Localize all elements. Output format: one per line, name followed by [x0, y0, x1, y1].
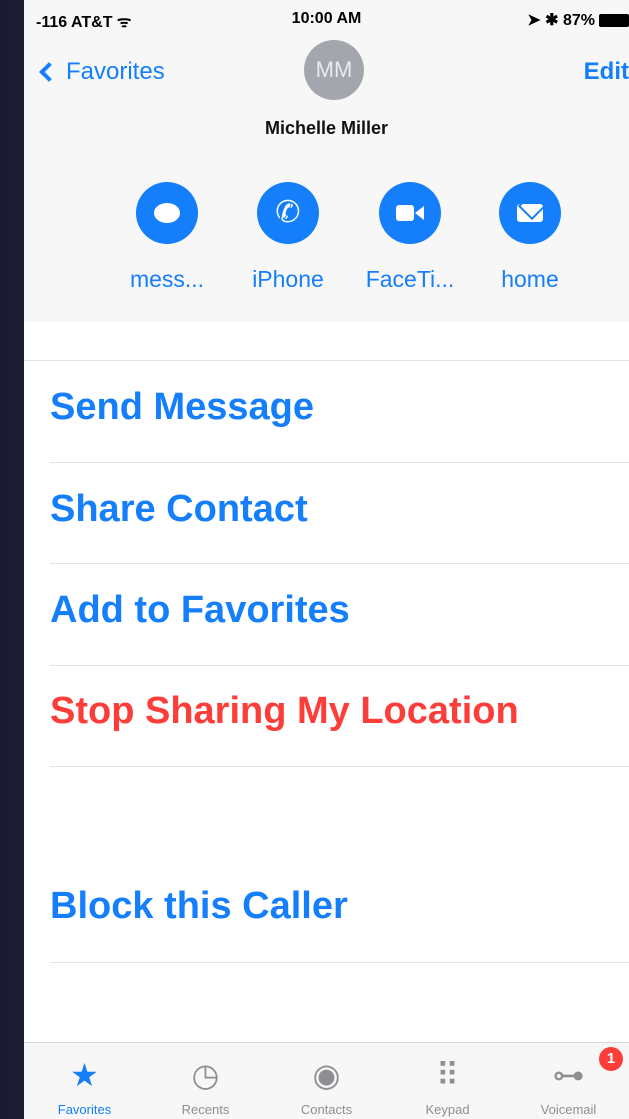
tab-label: Recents — [181, 1102, 230, 1117]
message-action-circle — [136, 182, 198, 244]
contact-icon: ◉ — [312, 1056, 341, 1094]
back-button[interactable]: Favorites — [38, 58, 165, 86]
separator — [50, 563, 629, 564]
share-contact-button[interactable]: Share Contact — [50, 488, 308, 531]
tab-label: Favorites — [57, 1102, 112, 1117]
add-to-favorites-button[interactable]: Add to Favorites — [50, 589, 350, 632]
status-bar: -116 AT&T ᯤ 10:00 AM ➤ ✱ 87% — [24, 0, 629, 40]
facetime-action-circle — [379, 182, 441, 244]
phone-action-circle: ✆ — [257, 182, 319, 244]
status-right: ➤ ✱ 87% — [527, 10, 629, 30]
star-icon: ★ — [70, 1056, 99, 1094]
tab-keypad[interactable]: ⠿ Keypad — [387, 1043, 508, 1119]
status-indicators: ➤ ✱ 87% — [527, 12, 595, 29]
section-divider — [24, 360, 629, 361]
tab-favorites[interactable]: ★ Favorites — [24, 1043, 145, 1119]
separator — [50, 766, 629, 767]
tab-label: Keypad — [425, 1102, 470, 1117]
tab-bar: ★ Favorites ◷ Recents ◉ Contacts ⠿ Keypa… — [24, 1042, 629, 1119]
block-caller-button[interactable]: Block this Caller — [50, 885, 348, 928]
contact-name: Michelle Miller — [264, 118, 389, 138]
separator — [50, 665, 629, 666]
tab-recents[interactable]: ◷ Recents — [145, 1043, 266, 1119]
facetime-action-button[interactable]: FaceTi... — [350, 182, 470, 293]
voicemail-badge: 1 — [599, 1047, 623, 1071]
mail-action-button[interactable]: home — [470, 182, 590, 293]
mail-icon — [517, 204, 543, 222]
separator — [50, 962, 629, 963]
message-action-button[interactable]: mess... — [107, 182, 227, 293]
voicemail-icon: ⊶ — [552, 1056, 585, 1094]
stop-sharing-location-button[interactable]: Stop Sharing My Location — [50, 690, 519, 733]
tab-contacts[interactable]: ◉ Contacts — [266, 1043, 387, 1119]
battery-icon — [599, 13, 629, 27]
message-icon — [154, 203, 180, 223]
avatar: MM — [304, 40, 364, 100]
video-icon — [396, 205, 424, 221]
facetime-action-label: FaceTi... — [365, 266, 455, 292]
clock-icon: ◷ — [191, 1056, 220, 1094]
send-message-button[interactable]: Send Message — [50, 386, 314, 429]
tab-label: Voicemail — [540, 1102, 597, 1117]
phone-action-label: iPhone — [252, 266, 324, 292]
phone-icon: ✆ — [275, 195, 301, 230]
phone-action-button[interactable]: ✆ iPhone — [228, 182, 348, 293]
contact-header: -116 AT&T ᯤ 10:00 AM ➤ ✱ 87% Favorites E… — [24, 0, 629, 322]
mail-action-circle — [499, 182, 561, 244]
mail-action-label: home — [501, 266, 559, 292]
tab-voicemail[interactable]: ⊶ Voicemail 1 — [508, 1043, 629, 1119]
chevron-left-icon — [39, 62, 59, 82]
message-action-label: mess... — [129, 266, 205, 292]
edit-button[interactable]: Edit — [584, 58, 629, 86]
phone-screen: -116 AT&T ᯤ 10:00 AM ➤ ✱ 87% Favorites E… — [24, 0, 629, 1119]
back-label: Favorites — [66, 58, 165, 85]
tab-label: Contacts — [300, 1102, 353, 1117]
keypad-icon: ⠿ — [435, 1056, 460, 1094]
separator — [50, 462, 629, 463]
